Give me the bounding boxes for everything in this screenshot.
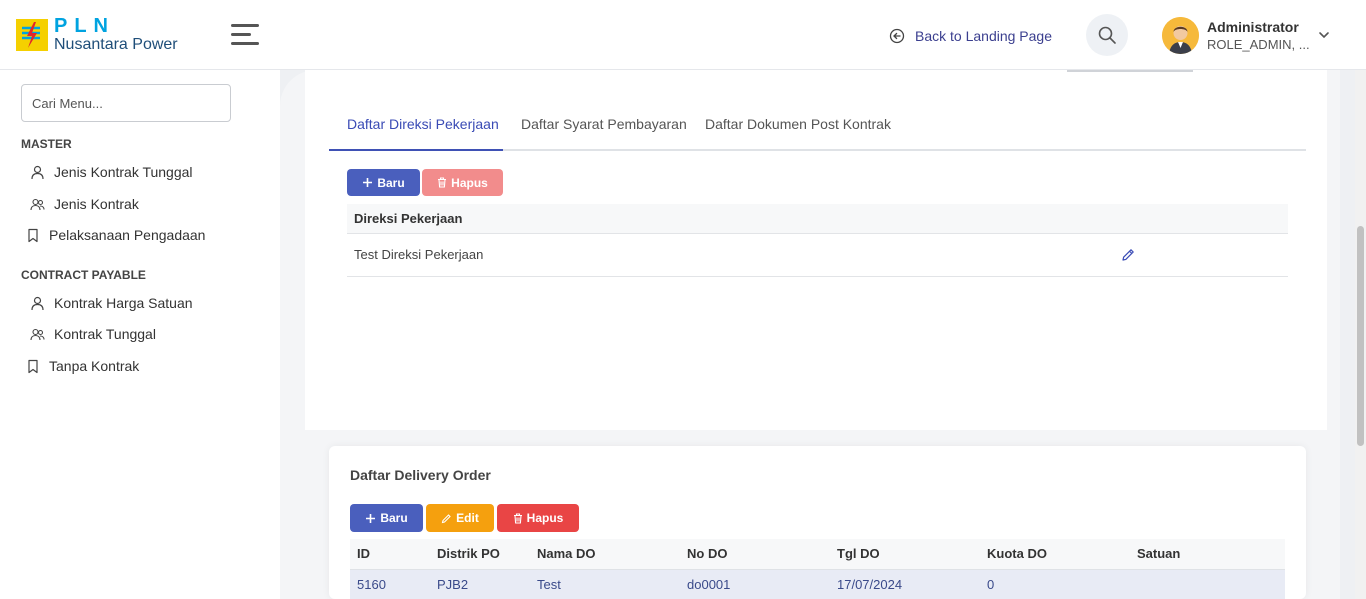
delivery-order-title: Daftar Delivery Order — [350, 467, 491, 483]
user-name: Administrator — [1207, 19, 1299, 35]
sidebar-item-label: Pelaksanaan Pengadaan — [49, 227, 206, 243]
column-header-satuan[interactable]: Satuan — [1137, 546, 1180, 561]
cell-id: 5160 — [357, 577, 386, 592]
users-icon — [30, 198, 45, 210]
sidebar-item-jenis-kontrak-tunggal[interactable]: Jenis Kontrak Tunggal — [30, 161, 193, 183]
sidebar-item-kontrak-harga-satuan[interactable]: Kontrak Harga Satuan — [30, 292, 193, 314]
delete-delivery-order-button[interactable]: Hapus — [497, 504, 579, 532]
avatar[interactable] — [1162, 17, 1199, 54]
pencil-icon — [441, 513, 451, 523]
column-header-direksi-pekerjaan: Direksi Pekerjaan — [354, 211, 463, 226]
tab-daftar-syarat-pembayaran[interactable]: Daftar Syarat Pembayaran — [521, 116, 687, 132]
user-icon — [31, 165, 44, 179]
chevron-down-icon[interactable] — [1317, 28, 1331, 47]
column-header-nama-do[interactable]: Nama DO — [537, 546, 596, 561]
sidebar-search-input[interactable] — [21, 84, 231, 122]
plus-icon — [366, 513, 376, 523]
brand-title: PLN — [54, 15, 115, 37]
sidebar-item-label: Jenis Kontrak Tunggal — [54, 164, 193, 180]
cell-tgl-do: 17/07/2024 — [837, 577, 903, 592]
tab-daftar-direksi-pekerjaan[interactable]: Daftar Direksi Pekerjaan — [347, 116, 499, 132]
table-row[interactable]: Test Direksi Pekerjaan — [347, 234, 1288, 277]
column-header-tgl-do[interactable]: Tgl DO — [837, 546, 880, 561]
column-header-kuota-do[interactable]: Kuota DO — [987, 546, 1047, 561]
brand-subtitle: Nusantara Power — [54, 36, 178, 53]
sidebar-item-tanpa-kontrak[interactable]: Tanpa Kontrak — [26, 355, 139, 377]
user-role: ROLE_ADMIN, ... — [1207, 37, 1310, 52]
users-icon — [30, 328, 45, 340]
tab-bar: Daftar Direksi Pekerjaan Daftar Syarat P… — [329, 100, 1306, 151]
bookmark-icon — [28, 359, 38, 373]
bookmark-icon — [28, 228, 38, 242]
cell-kuota-do: 0 — [987, 577, 995, 592]
table-row[interactable]: 5160 PJB2 Test do0001 17/07/2024 0 — [350, 569, 1285, 599]
search-button[interactable] — [1086, 14, 1128, 56]
section-title-master: MASTER — [21, 137, 72, 151]
sidebar-item-pelaksanaan-pengadaan[interactable]: Pelaksanaan Pengadaan — [26, 224, 205, 246]
page-scrollbar[interactable] — [1355, 70, 1366, 599]
active-tab-indicator — [329, 149, 503, 151]
pencil-icon[interactable] — [1120, 247, 1136, 268]
cell-no-do: do0001 — [687, 577, 731, 592]
sidebar-item-label: Jenis Kontrak — [54, 196, 139, 212]
edit-delivery-order-button[interactable]: Edit — [426, 504, 494, 532]
direksi-table-header: Direksi Pekerjaan — [347, 204, 1288, 234]
direksi-card: Daftar Direksi Pekerjaan Daftar Syarat P… — [305, 70, 1327, 430]
sidebar-item-label: Kontrak Tunggal — [54, 326, 156, 342]
sidebar-item-kontrak-tunggal[interactable]: Kontrak Tunggal — [30, 323, 156, 345]
sidebar-item-jenis-kontrak[interactable]: Jenis Kontrak — [30, 193, 139, 215]
pln-logo-icon — [16, 19, 48, 51]
delete-direksi-button[interactable]: Hapus — [422, 169, 503, 196]
brand-logo[interactable]: PLN Nusantara Power — [16, 15, 216, 57]
cell-nama-do: Test — [537, 577, 561, 592]
cell-distrik-po: PJB2 — [437, 577, 469, 592]
column-header-id[interactable]: ID — [357, 546, 370, 561]
tab-daftar-dokumen-post-kontrak[interactable]: Daftar Dokumen Post Kontrak — [705, 116, 891, 132]
sidebar-item-label: Tanpa Kontrak — [49, 358, 140, 374]
plus-icon — [363, 178, 373, 187]
add-direksi-button[interactable]: Baru — [347, 169, 420, 196]
delivery-order-card: Daftar Delivery Order Baru Edit Hapus ID… — [329, 446, 1306, 599]
column-header-no-do[interactable]: No DO — [687, 546, 727, 561]
section-title-contract-payable: CONTRACT PAYABLE — [21, 268, 146, 282]
column-header-distrik-po[interactable]: Distrik PO — [437, 546, 500, 561]
direksi-name-cell: Test Direksi Pekerjaan — [354, 247, 484, 262]
trash-icon — [513, 512, 522, 524]
arrow-left-circle-icon — [889, 28, 905, 44]
user-icon — [31, 296, 44, 310]
search-icon — [1098, 26, 1116, 44]
back-to-landing-label: Back to Landing Page — [915, 28, 1052, 44]
back-to-landing-link[interactable]: Back to Landing Page — [889, 26, 1052, 46]
scrollbar-thumb[interactable] — [1357, 226, 1364, 446]
delivery-order-table-header: ID Distrik PO Nama DO No DO Tgl DO Kuota… — [350, 539, 1285, 569]
hamburger-menu-icon[interactable] — [231, 24, 259, 46]
add-delivery-order-button[interactable]: Baru — [350, 504, 423, 532]
sidebar-item-label: Kontrak Harga Satuan — [54, 295, 193, 311]
trash-icon — [438, 177, 447, 188]
top-header: PLN Nusantara Power Back to Landing Page… — [0, 0, 1366, 70]
sidebar: MASTER Jenis Kontrak Tunggal Jenis Kontr… — [0, 70, 280, 599]
